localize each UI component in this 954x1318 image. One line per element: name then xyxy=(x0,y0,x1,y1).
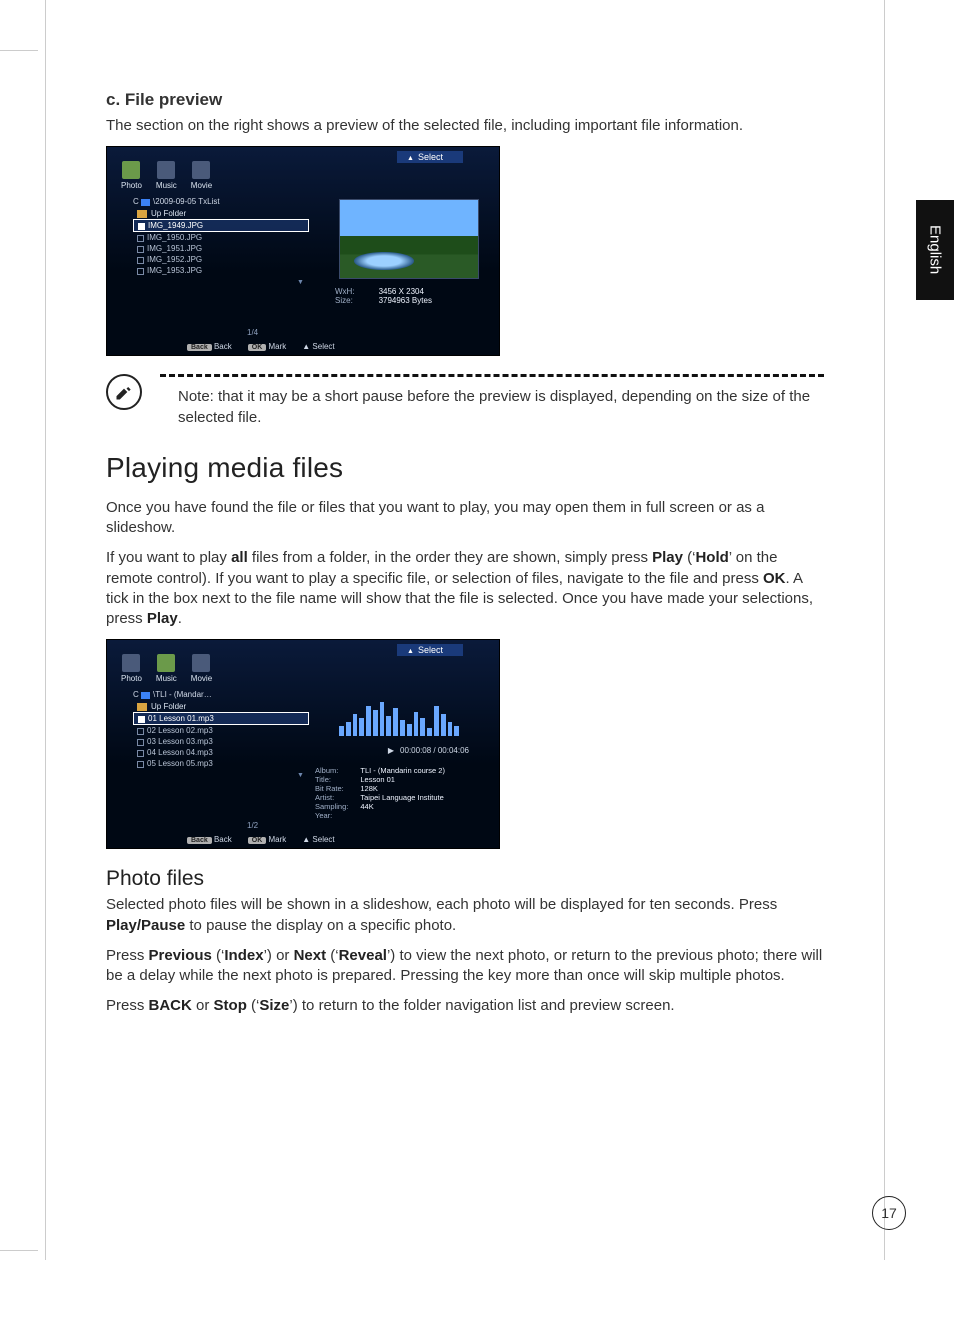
music-info-labels: Album: Title: Bit Rate: Artist: Sampling… xyxy=(315,766,348,820)
preview-info-values: 3456 X 2304 3794963 Bytes xyxy=(379,287,432,305)
file-row-selected: 01 Lesson 01.mp3 xyxy=(133,712,309,725)
cat-photo: Photo xyxy=(121,161,142,190)
photo-p3: Press BACK or Stop (‘Size’) to return to… xyxy=(106,996,824,1016)
screenshot-music-preview: Select Photo Music Movie C \TLI - (Manda… xyxy=(106,639,500,849)
play-position: 00:00:08 / 00:04:06 xyxy=(388,746,469,755)
file-row: IMG_1951.JPG xyxy=(133,243,309,254)
file-row: 04 Lesson 04.mp3 xyxy=(133,747,309,758)
crop-mark-top xyxy=(0,50,38,51)
bottom-bar: Back Back OK Mark ▲ Select xyxy=(187,835,479,844)
up-folder: Up Folder xyxy=(133,701,309,712)
photo-icon xyxy=(122,161,140,179)
category-row: Photo Music Movie xyxy=(121,654,212,683)
file-row: 02 Lesson 02.mp3 xyxy=(133,725,309,736)
note-block: Note: that it may be a short pause befor… xyxy=(106,374,824,428)
playing-heading: Playing media files xyxy=(106,452,824,484)
equalizer xyxy=(339,696,459,736)
scroll-down-icon: ▼ xyxy=(297,279,304,286)
cat-photo: Photo xyxy=(121,654,142,683)
pager: 1/2 xyxy=(247,821,258,830)
category-row: Photo Music Movie xyxy=(121,161,212,190)
note-body: Note: that it may be a short pause befor… xyxy=(160,374,824,428)
photo-heading: Photo files xyxy=(106,867,824,891)
file-row: IMG_1953.JPG xyxy=(133,265,309,276)
scroll-down-icon: ▼ xyxy=(297,772,304,779)
pager: 1/4 xyxy=(247,328,258,337)
music-info: Album: Title: Bit Rate: Artist: Sampling… xyxy=(315,766,493,820)
folder-icon xyxy=(141,692,150,699)
file-row: 05 Lesson 05.mp3 xyxy=(133,758,309,769)
page-number: 17 xyxy=(872,1196,906,1230)
section-c-body: The section on the right shows a preview… xyxy=(106,116,824,136)
file-list: C \2009-09-05 TxList Up Folder IMG_1949.… xyxy=(133,197,309,276)
breadcrumb: C \TLI - (Mandar… xyxy=(133,690,309,699)
photo-preview-image xyxy=(339,199,479,279)
cat-music: Music xyxy=(156,161,177,190)
movie-icon xyxy=(192,654,210,672)
dashed-rule xyxy=(160,374,824,377)
section-c-title: c. File preview xyxy=(106,90,824,110)
music-icon xyxy=(157,161,175,179)
playing-p2: If you want to play all files from a fol… xyxy=(106,548,824,629)
language-tab: English xyxy=(916,200,954,300)
folder-up-icon xyxy=(137,210,147,218)
cat-music: Music xyxy=(156,654,177,683)
file-row-selected: IMG_1949.JPG xyxy=(133,219,309,232)
topbar-select: Select xyxy=(397,644,463,656)
crop-mark-bottom xyxy=(0,1250,38,1251)
photo-p1: Selected photo files will be shown in a … xyxy=(106,895,824,936)
screenshot-photo-preview: Select Photo Music Movie C \2009-09-05 T… xyxy=(106,146,500,356)
pen-icon xyxy=(114,382,134,402)
movie-icon xyxy=(192,161,210,179)
file-list: C \TLI - (Mandar… Up Folder 01 Lesson 01… xyxy=(133,690,309,769)
file-row: IMG_1952.JPG xyxy=(133,254,309,265)
photo-preview-info: WxH: Size: 3456 X 2304 3794963 Bytes xyxy=(335,287,485,305)
breadcrumb: C \2009-09-05 TxList xyxy=(133,197,309,206)
up-folder: Up Folder xyxy=(133,208,309,219)
photo-icon xyxy=(122,654,140,672)
photo-p2: Press Previous (‘Index’) or Next (‘Revea… xyxy=(106,946,824,987)
file-row: IMG_1950.JPG xyxy=(133,232,309,243)
cat-movie: Movie xyxy=(191,161,212,190)
file-row: 03 Lesson 03.mp3 xyxy=(133,736,309,747)
music-icon xyxy=(157,654,175,672)
music-info-values: TLI - (Mandarin course 2) Lesson 01 128K… xyxy=(360,766,445,820)
preview-info-labels: WxH: Size: xyxy=(335,287,355,305)
folder-up-icon xyxy=(137,703,147,711)
topbar-select: Select xyxy=(397,151,463,163)
page-content: c. File preview The section on the right… xyxy=(45,0,885,1260)
note-icon xyxy=(106,374,142,410)
folder-icon xyxy=(141,199,150,206)
cat-movie: Movie xyxy=(191,654,212,683)
bottom-bar: Back Back OK Mark ▲ Select xyxy=(187,342,479,351)
playing-p1: Once you have found the file or files th… xyxy=(106,498,824,539)
note-text: Note: that it may be a short pause befor… xyxy=(160,387,824,428)
